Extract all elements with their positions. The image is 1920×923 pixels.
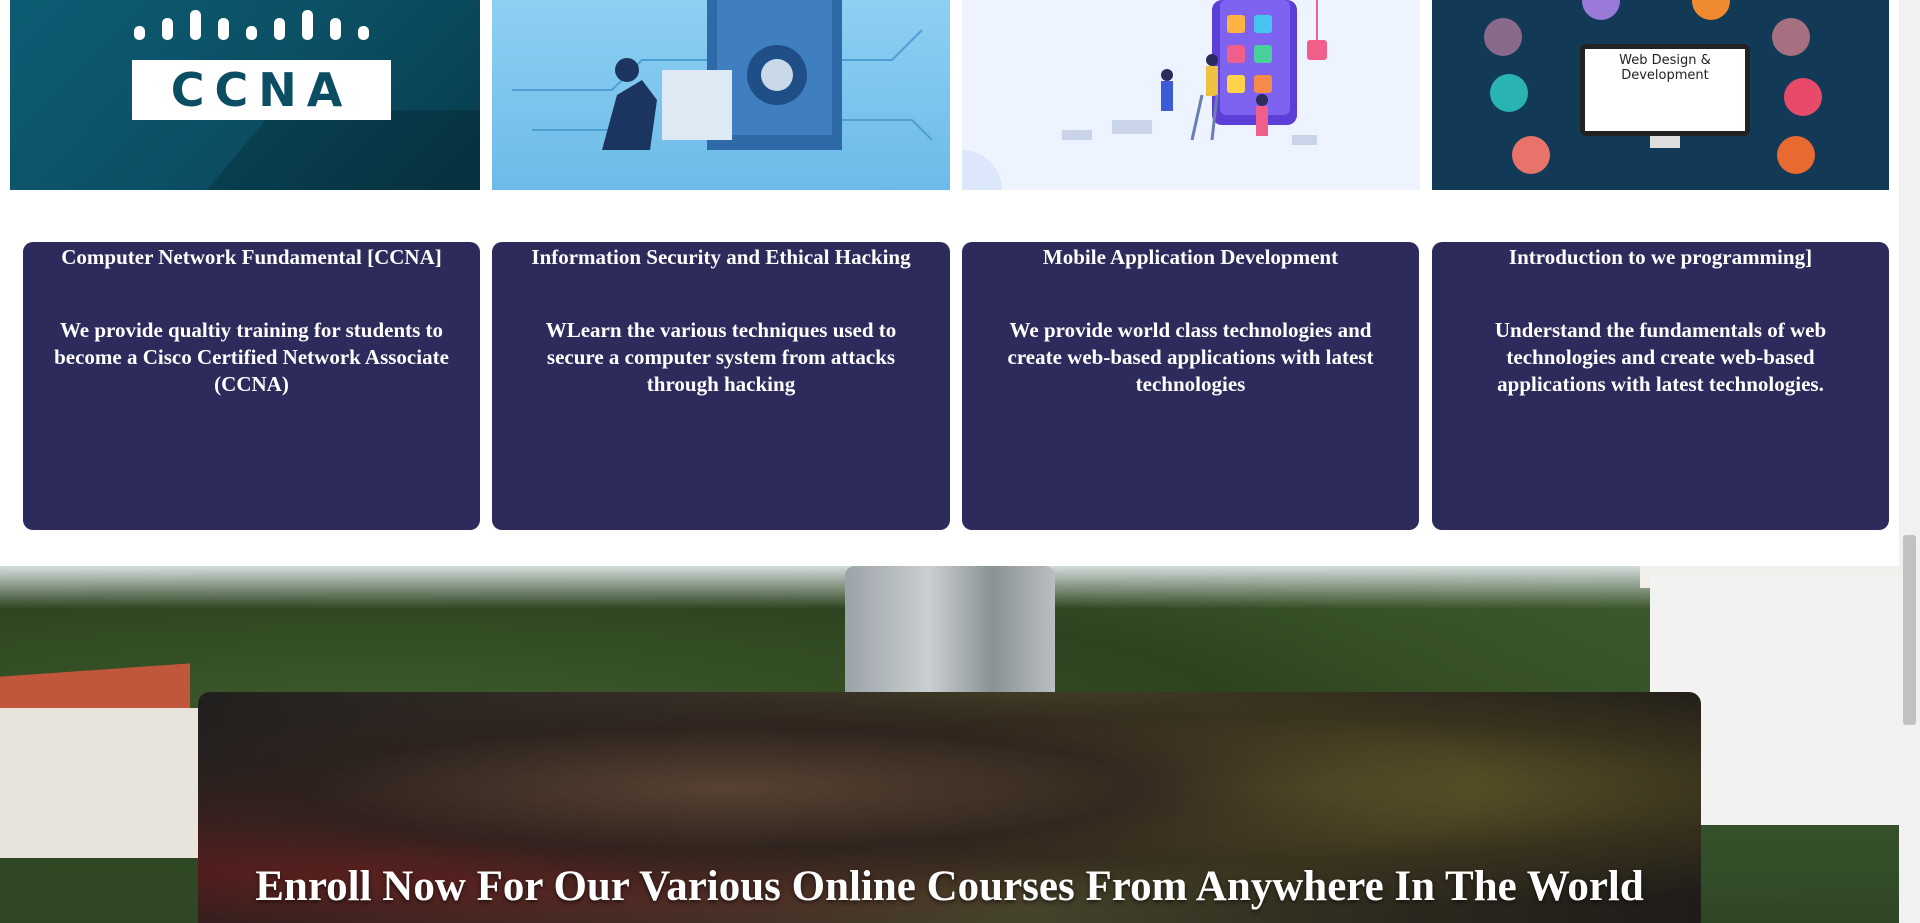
- security-illustration-icon: [512, 0, 933, 150]
- enroll-heading: Enroll Now For Our Various Online Course…: [255, 863, 1644, 910]
- scrollbar-thumb[interactable]: [1903, 535, 1916, 725]
- course-cards: Computer Network Fundamental [CCNA] We p…: [0, 242, 1920, 532]
- course-card-description: Understand the fundamentals of web techn…: [1494, 318, 1827, 396]
- course-card-ccna[interactable]: Computer Network Fundamental [CCNA] We p…: [23, 242, 480, 530]
- mobile-course-image[interactable]: [962, 0, 1420, 190]
- ccna-shadow-decoration: [106, 110, 480, 190]
- course-card-title: Mobile Application Development: [1042, 245, 1339, 269]
- course-card-title: Computer Network Fundamental [CCNA]: [61, 245, 442, 269]
- cisco-bars-icon: [134, 0, 394, 40]
- statue-decoration: [845, 566, 1055, 696]
- ccna-course-image[interactable]: CCNA: [10, 0, 480, 190]
- course-card-security[interactable]: Information Security and Ethical Hacking…: [492, 242, 950, 530]
- webdesign-screen-text: Web Design & Development: [1619, 53, 1711, 83]
- course-card-mobile[interactable]: Mobile Application Development We provid…: [962, 242, 1419, 530]
- building-left-decoration: [0, 708, 200, 858]
- course-card-title: Information Security and Ethical Hacking: [531, 245, 911, 269]
- course-card-title: Introduction to we programming]: [1508, 245, 1813, 269]
- course-card-web-programming[interactable]: Introduction to we programming] Understa…: [1432, 242, 1889, 530]
- monitor-icon: Web Design & Development: [1580, 44, 1750, 136]
- course-images-row: CCNA Web Design & Development: [10, 0, 1889, 190]
- mobile-illustration-icon: [962, 0, 1327, 190]
- course-card-description: We provide world class technologies and …: [1007, 318, 1374, 396]
- ccna-logo-text: CCNA: [132, 60, 391, 120]
- webdesign-course-image[interactable]: Web Design & Development: [1432, 0, 1889, 190]
- security-course-image[interactable]: [492, 0, 950, 190]
- monitor-stand-icon: [1650, 136, 1680, 148]
- page-scrollbar[interactable]: [1899, 0, 1920, 923]
- course-card-description: We provide qualtiy training for students…: [54, 318, 449, 396]
- course-card-description: WLearn the various techniques used to se…: [545, 318, 897, 396]
